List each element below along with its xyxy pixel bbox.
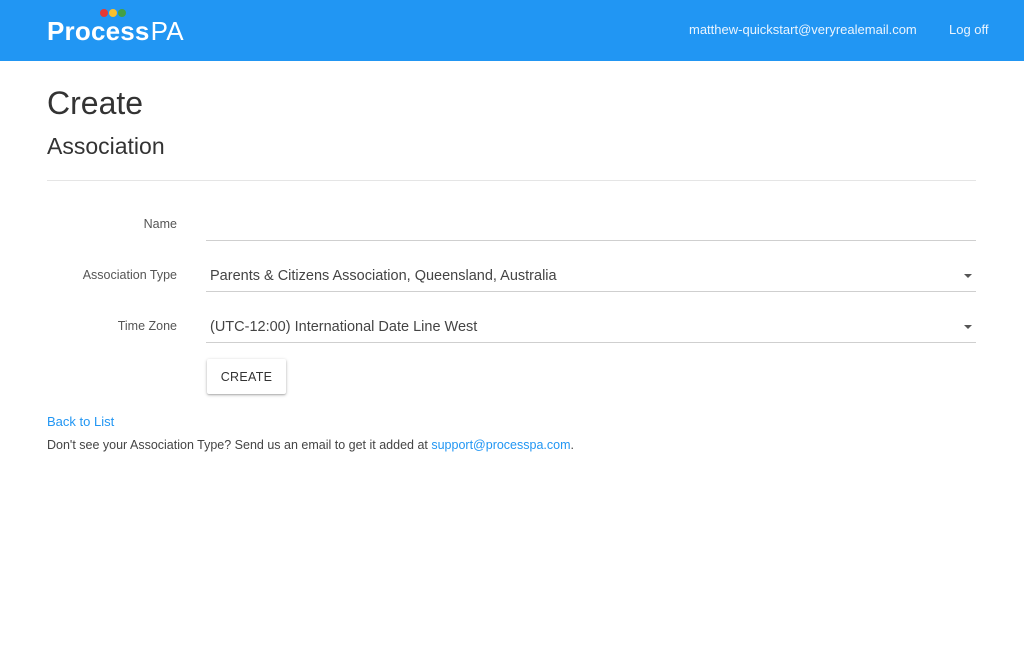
dropdown-caret-icon xyxy=(964,325,972,329)
top-navbar: ProcessPA matthew-quickstart@veryrealema… xyxy=(0,0,1024,61)
help-text: Don't see your Association Type? Send us… xyxy=(47,437,574,454)
support-email-link[interactable]: support@processpa.com xyxy=(431,438,570,452)
dropdown-caret-icon xyxy=(964,274,972,278)
time-zone-value: (UTC-12:00) International Date Line West xyxy=(210,319,478,335)
name-input[interactable] xyxy=(206,210,976,241)
time-zone-select[interactable]: (UTC-12:00) International Date Line West xyxy=(206,312,976,343)
name-label: Name xyxy=(143,217,177,231)
page-subtitle: Association xyxy=(47,133,165,159)
association-type-label: Association Type xyxy=(82,268,177,282)
user-email-link[interactable]: matthew-quickstart@veryrealemail.com xyxy=(689,21,917,39)
help-text-body: Don't see your Association Type? Send us… xyxy=(47,438,432,452)
help-text-suffix: . xyxy=(570,438,574,452)
time-zone-label: Time Zone xyxy=(117,319,177,333)
back-to-list-link[interactable]: Back to List xyxy=(47,413,114,430)
logoff-link[interactable]: Log off xyxy=(949,21,989,39)
page-title: Create xyxy=(47,85,144,121)
brand-name-bold: Process xyxy=(47,16,150,46)
create-button[interactable]: CREATE xyxy=(207,359,286,394)
brand-name-light: PA xyxy=(150,16,184,46)
brand-name: ProcessPA xyxy=(47,16,184,46)
heading-divider xyxy=(47,180,976,181)
association-type-select[interactable]: Parents & Citizens Association, Queensla… xyxy=(206,261,976,292)
association-type-value: Parents & Citizens Association, Queensla… xyxy=(210,268,557,284)
